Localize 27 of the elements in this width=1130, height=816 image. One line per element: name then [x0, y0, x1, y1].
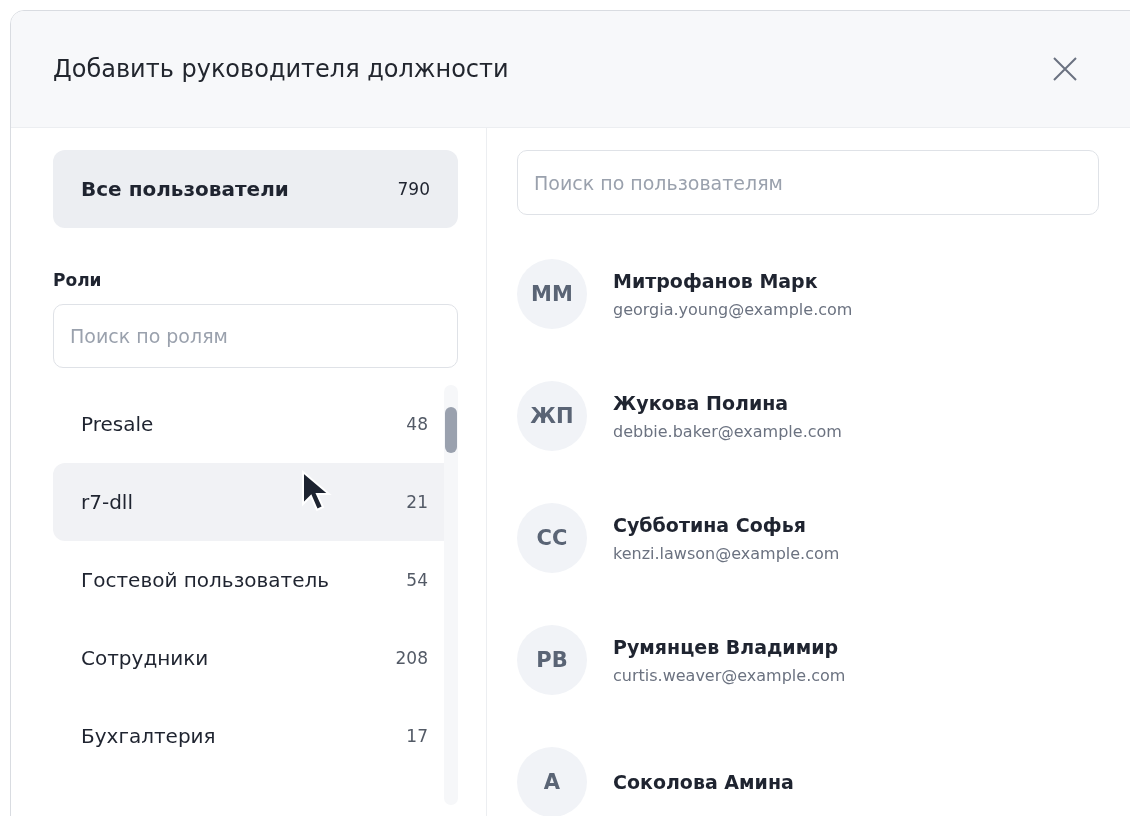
scrollbar-track[interactable] — [444, 385, 458, 805]
scrollbar-thumb[interactable] — [445, 407, 457, 453]
user-email: georgia.young@example.com — [613, 299, 853, 319]
user-email: curtis.weaver@example.com — [613, 665, 846, 685]
user-name[interactable]: Субботина Софья — [613, 513, 840, 536]
all-users-item[interactable]: Все пользователи 790 — [53, 150, 458, 228]
user-name[interactable]: Жукова Полина — [613, 391, 842, 414]
role-search-field[interactable]: Поиск по ролям — [53, 304, 458, 368]
user-name[interactable]: Митрофанов Марк — [613, 269, 853, 292]
avatar-initials: ЖП — [517, 381, 587, 451]
user-email: kenzi.lawson@example.com — [613, 543, 840, 563]
user-name[interactable]: Румянцев Владимир — [613, 635, 846, 658]
avatar-initials: РВ — [517, 625, 587, 695]
role-item[interactable]: Гостевой пользователь 54 — [53, 541, 444, 619]
role-item[interactable]: Presale 48 — [53, 385, 444, 463]
role-item[interactable]: r7-dll 21 — [53, 463, 444, 541]
dialog-title: Добавить руководителя должности — [53, 55, 509, 83]
user-email: debbie.baker@example.com — [613, 421, 842, 441]
close-icon[interactable] — [1052, 56, 1078, 82]
user-name[interactable]: Соколова Амина — [613, 771, 794, 793]
avatar-initials: А — [517, 747, 587, 816]
avatar-initials: СС — [517, 503, 587, 573]
role-item[interactable]: Сотрудники 208 — [53, 619, 444, 697]
roles-heading: Роли — [53, 270, 103, 290]
role-item[interactable]: Бухгалтерия 17 — [53, 697, 444, 775]
avatar-initials: ММ — [517, 259, 587, 329]
user-search-field[interactable]: Поиск по пользователям — [517, 150, 1099, 215]
